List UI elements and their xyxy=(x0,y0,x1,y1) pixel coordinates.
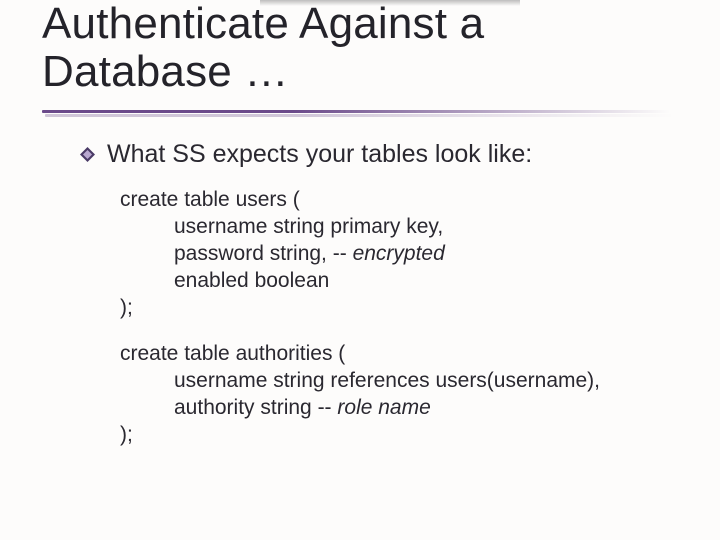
code-line: username string primary key, xyxy=(120,214,680,241)
underline-shadow xyxy=(45,114,673,117)
slide-title: Authenticate Against a Database … xyxy=(42,0,680,95)
bullet-item: What SS expects your tables look like: xyxy=(80,140,680,169)
code-block-users: create table users ( username string pri… xyxy=(120,187,680,321)
slide-body: What SS expects your tables look like: c… xyxy=(80,140,680,469)
code-comment: role name xyxy=(337,396,430,419)
code-line: ); xyxy=(120,296,133,319)
code-line: ); xyxy=(120,423,133,446)
code-line: create table users ( xyxy=(120,188,300,211)
slide: Authenticate Against a Database … What S… xyxy=(0,0,720,540)
code-line: enabled boolean xyxy=(120,268,680,295)
diamond-bullet-icon xyxy=(80,147,95,162)
code-block-authorities: create table authorities ( username stri… xyxy=(120,341,680,449)
code-line: create table authorities ( xyxy=(120,342,345,365)
bullet-text: What SS expects your tables look like: xyxy=(107,140,532,169)
code-line: username string references users(usernam… xyxy=(120,368,680,395)
code-line: password string, -- encrypted xyxy=(120,241,680,268)
title-underline xyxy=(42,110,674,128)
code-comment: encrypted xyxy=(353,242,445,265)
underline-line xyxy=(42,110,670,113)
code-line: authority string -- role name xyxy=(120,395,680,422)
